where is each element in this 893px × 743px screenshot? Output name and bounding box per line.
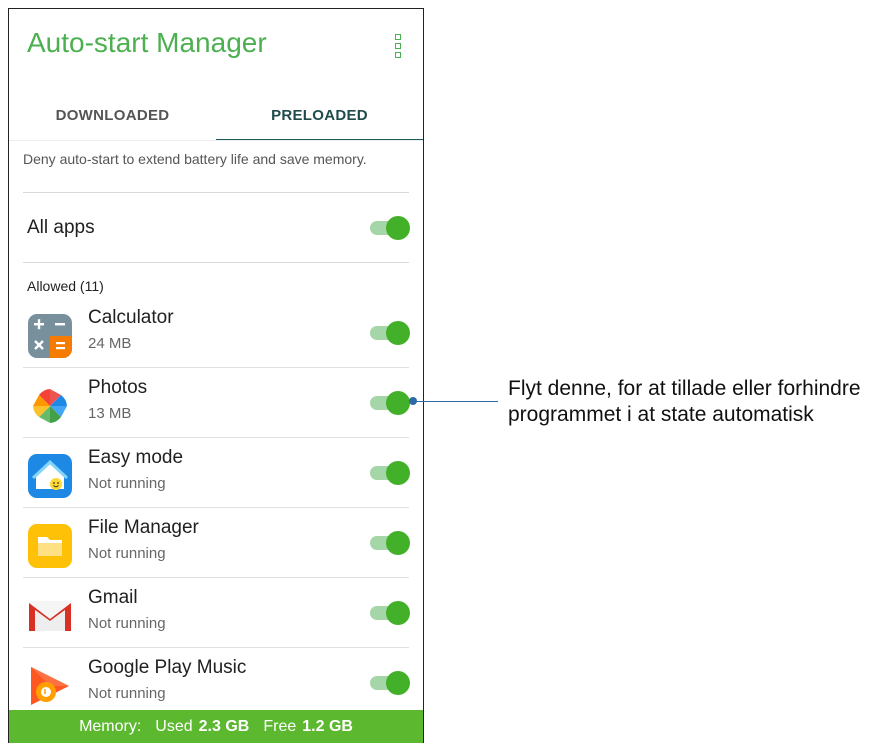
memory-label: Memory: [79, 717, 142, 735]
app-name: Photos [88, 377, 148, 398]
toggle-thumb [386, 531, 410, 555]
app-row-gmail[interactable]: Gmail Not running [9, 578, 423, 648]
calculator-icon [28, 314, 72, 358]
tab-preloaded[interactable]: PRELOADED [216, 89, 423, 141]
divider [23, 262, 409, 263]
app-row-google-play-music[interactable]: Google Play Music Not running [9, 648, 423, 718]
used-label: Used [155, 717, 193, 735]
app-name: Google Play Music [88, 657, 247, 678]
tab-downloaded-label: DOWNLOADED [55, 106, 170, 124]
play-music-icon [31, 667, 69, 705]
autostart-toggle[interactable] [370, 391, 410, 415]
app-status: Not running [88, 685, 166, 702]
app-status: Not running [88, 615, 166, 632]
autostart-toggle[interactable] [370, 601, 410, 625]
easy-mode-icon [28, 454, 72, 498]
tab-bar: DOWNLOADED PRELOADED [9, 89, 423, 141]
app-row-calculator[interactable]: Calculator 24 MB [9, 298, 423, 368]
toggle-thumb [386, 461, 410, 485]
app-status: 24 MB [88, 335, 132, 352]
tab-preloaded-label: PRELOADED [271, 106, 368, 124]
photos-icon [33, 389, 67, 423]
callout-line [414, 401, 498, 402]
memory-footer: Memory: Used 2.3 GB Free 1.2 GB [9, 710, 423, 743]
app-status: Not running [88, 545, 166, 562]
callout-dot [409, 397, 417, 405]
section-header-allowed: Allowed (11) [27, 278, 104, 294]
toggle-thumb [386, 216, 410, 240]
app-status: 13 MB [88, 405, 132, 422]
autostart-toggle[interactable] [370, 321, 410, 345]
callout-line-1: Flyt denne, for at tillade eller forhind… [508, 377, 861, 400]
toggle-thumb [386, 321, 410, 345]
toggle-thumb [386, 391, 410, 415]
app-row-photos[interactable]: Photos 13 MB [9, 368, 423, 438]
free-value: 1.2 GB [302, 717, 353, 735]
tab-divider [9, 140, 423, 141]
autostart-toggle[interactable] [370, 531, 410, 555]
autostart-toggle[interactable] [370, 461, 410, 485]
file-manager-icon [28, 524, 72, 568]
description-text: Deny auto-start to extend battery life a… [23, 151, 367, 167]
divider [23, 192, 409, 193]
overflow-menu-icon[interactable] [395, 34, 401, 58]
tab-downloaded[interactable]: DOWNLOADED [9, 89, 216, 141]
app-title: Auto-start Manager [27, 27, 267, 58]
toggle-thumb [386, 671, 410, 695]
callout-text: Flyt denne, for at tillade eller forhind… [508, 376, 861, 428]
all-apps-toggle[interactable] [370, 216, 410, 240]
gmail-icon [29, 601, 71, 631]
all-apps-label: All apps [27, 217, 95, 238]
app-row-easy-mode[interactable]: Easy mode Not running [9, 438, 423, 508]
app-status: Not running [88, 475, 166, 492]
autostart-toggle[interactable] [370, 671, 410, 695]
used-value: 2.3 GB [198, 717, 250, 735]
app-name: Easy mode [88, 447, 184, 468]
phone-screen: Auto-start Manager DOWNLOADED PRELOADED … [8, 8, 424, 743]
free-label: Free [263, 717, 297, 735]
toggle-thumb [386, 601, 410, 625]
app-name: File Manager [88, 517, 199, 538]
app-row-file-manager[interactable]: File Manager Not running [9, 508, 423, 578]
callout-line-2: programmet i at state automatisk [508, 403, 814, 426]
app-name: Gmail [88, 587, 138, 608]
app-name: Calculator [88, 307, 174, 328]
